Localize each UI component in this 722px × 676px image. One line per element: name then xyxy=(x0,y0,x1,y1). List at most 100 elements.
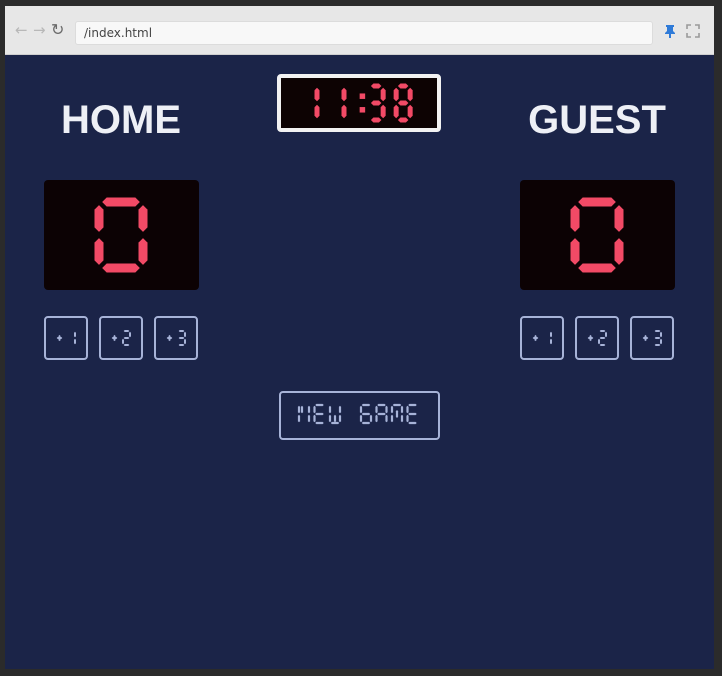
button-glyph-1 xyxy=(598,330,607,346)
clock-digits xyxy=(314,83,413,123)
segment xyxy=(599,330,606,332)
segment xyxy=(406,405,409,414)
home-title: HOME xyxy=(61,98,181,142)
clock-digit-4 xyxy=(393,83,413,123)
guest-plus-2-glyphs xyxy=(587,330,607,346)
button-glyph-1 xyxy=(550,331,552,345)
new-game-button[interactable]: NEW GAME xyxy=(279,391,440,440)
segment xyxy=(392,403,402,407)
segment xyxy=(578,197,616,207)
segment xyxy=(570,205,580,232)
home-plus-2-glyphs xyxy=(111,330,131,346)
home-plus-2-button[interactable]: +2 xyxy=(99,316,143,360)
fullscreen-icon[interactable] xyxy=(686,24,700,38)
segment xyxy=(534,334,537,342)
button-glyph-1 xyxy=(74,331,76,345)
segment xyxy=(328,414,332,423)
segment xyxy=(297,414,301,423)
segment xyxy=(102,197,140,207)
home-plus-3-button[interactable]: +3 xyxy=(154,316,198,360)
segment xyxy=(123,344,130,346)
back-arrow-icon[interactable]: ← xyxy=(15,23,28,38)
segment xyxy=(178,344,185,346)
guest-plus-3-glyphs xyxy=(642,330,662,346)
segment xyxy=(570,238,580,265)
button-glyph-1 xyxy=(122,330,131,346)
segment xyxy=(58,334,61,342)
segment xyxy=(406,414,409,423)
segment xyxy=(380,104,386,119)
button-glyph-0 xyxy=(166,334,173,342)
segment xyxy=(315,412,324,416)
clock-digit-0 xyxy=(314,87,320,119)
segment xyxy=(102,263,140,273)
game-clock: 11:38 xyxy=(277,74,441,132)
segment xyxy=(589,334,592,342)
segment xyxy=(338,405,342,414)
new-game-glyph-1 xyxy=(313,403,324,425)
home-plus-1-button[interactable]: +1 xyxy=(44,316,88,360)
segment xyxy=(599,344,606,346)
new-game-glyphs xyxy=(297,403,417,425)
segment xyxy=(390,405,394,414)
home-score-digits xyxy=(94,197,148,273)
colon-dot xyxy=(359,93,366,99)
guest-plus-2-button[interactable]: +2 xyxy=(575,316,619,360)
segment xyxy=(654,330,661,332)
guest-plus-3-button[interactable]: +3 xyxy=(630,316,674,360)
segment xyxy=(390,414,394,423)
segment xyxy=(370,83,382,89)
segment xyxy=(397,100,409,106)
segment xyxy=(314,87,320,102)
segment xyxy=(393,104,399,119)
new-game-glyph-5 xyxy=(375,403,388,423)
home-plus-3-glyphs xyxy=(166,330,186,346)
segment xyxy=(599,337,606,339)
segment xyxy=(385,405,388,414)
reload-icon[interactable]: ↻ xyxy=(51,22,64,38)
segment xyxy=(307,414,311,423)
button-glyph-1 xyxy=(178,330,186,346)
button-glyph-0 xyxy=(587,334,594,342)
segment xyxy=(407,104,413,119)
new-game-glyph-4 xyxy=(359,403,373,425)
segment xyxy=(377,403,386,407)
segment xyxy=(370,117,382,123)
segment xyxy=(338,414,342,423)
new-game-glyph-7 xyxy=(406,403,417,425)
segment xyxy=(385,414,388,423)
segment xyxy=(307,405,311,414)
segment xyxy=(614,238,624,265)
guest-score-digit-0 xyxy=(570,197,624,273)
segment xyxy=(74,331,76,338)
segment xyxy=(315,421,324,425)
segment xyxy=(359,405,363,414)
segment xyxy=(660,331,662,338)
segment xyxy=(407,87,413,102)
browser-toolbar: ← → ↻ /index.html xyxy=(5,6,714,55)
segment xyxy=(408,403,417,407)
new-game-glyph-2 xyxy=(328,405,342,425)
segment xyxy=(341,104,347,119)
clock-digit-3 xyxy=(370,83,386,123)
guest-score-display: 0 xyxy=(520,180,675,290)
segment xyxy=(370,100,382,106)
segment xyxy=(333,414,337,423)
segment xyxy=(380,87,386,102)
button-glyph-0 xyxy=(532,334,539,342)
pin-icon[interactable] xyxy=(662,23,678,39)
segment xyxy=(328,405,332,414)
guest-score-digits xyxy=(570,197,624,273)
segment xyxy=(138,205,148,232)
segment xyxy=(123,330,130,332)
segment xyxy=(654,337,661,339)
guest-plus-1-button[interactable]: +1 xyxy=(520,316,564,360)
guest-title: GUEST xyxy=(528,98,666,142)
segment xyxy=(313,405,316,414)
segment xyxy=(168,334,171,342)
home-plus-1-glyphs xyxy=(56,331,76,345)
button-glyph-1 xyxy=(654,330,662,346)
forward-arrow-icon[interactable]: → xyxy=(33,23,46,38)
address-bar[interactable]: /index.html xyxy=(75,21,653,45)
segment xyxy=(123,337,130,339)
